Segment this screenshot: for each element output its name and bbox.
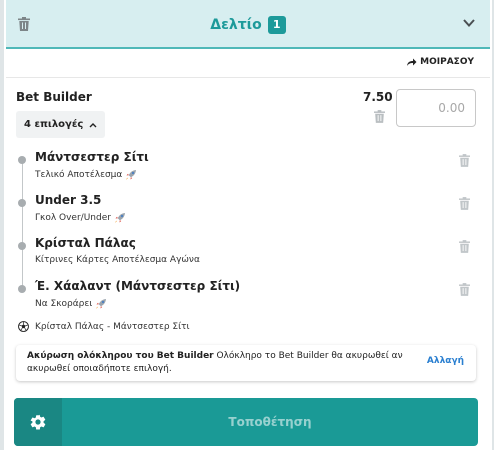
settings-button[interactable] (14, 398, 62, 446)
share-arrow-icon (407, 58, 417, 66)
share-row: ΜΟΙΡΑΣΟΥ (6, 50, 490, 78)
bet-builder-odds: 7.50 (363, 90, 393, 104)
betslip-header[interactable]: Δελτίο 1 (6, 0, 490, 49)
selections-toggle[interactable]: 4 επιλογές (16, 111, 106, 138)
betslip-title-text: Δελτίο (210, 17, 262, 33)
selection-market: Να Σκοράρει (35, 298, 107, 310)
change-link[interactable]: Αλλαγή (427, 356, 464, 366)
match-label: Κρίσταλ Πάλας - Μάντσεστερ Σίτι (35, 321, 190, 332)
match-info: Κρίσταλ Πάλας - Μάντσεστερ Σίτι (18, 321, 190, 332)
selection-count-badge: 1 (267, 16, 286, 34)
timeline-dot (18, 156, 26, 164)
gear-icon (30, 414, 46, 430)
rocket-icon (126, 170, 137, 180)
share-button[interactable]: ΜΟΙΡΑΣΟΥ (406, 57, 474, 67)
cancel-rule-text: Ακύρωση ολόκληρου του Bet Builder Ολόκλη… (27, 350, 422, 376)
selection-market: Κίτρινες Κάρτες Αποτέλεσμα Αγώνα (35, 255, 200, 265)
selection-market: Τελικό Αποτέλεσμα (35, 169, 137, 181)
soccer-ball-icon (18, 321, 29, 332)
stake-input[interactable] (396, 89, 476, 127)
selection-market-label: Να Σκοράρει (35, 299, 93, 309)
selection-market-label: Τελικό Αποτέλεσμα (35, 170, 123, 180)
chevron-down-icon[interactable] (462, 17, 476, 29)
selection-name: Έ. Χάαλαντ (Μάντσεστερ Σίτι) (35, 279, 241, 293)
place-bet-button[interactable]: Τοποθέτηση (62, 398, 478, 446)
selections-toggle-label: 4 επιλογές (24, 119, 84, 130)
trash-icon[interactable] (459, 154, 470, 167)
chevron-up-icon (89, 122, 97, 127)
bet-builder-title: Bet Builder (16, 90, 92, 104)
selection-market-label: Κίτρινες Κάρτες Αποτέλεσμα Αγώνα (35, 255, 200, 265)
rocket-icon (114, 213, 125, 223)
trash-icon[interactable] (459, 283, 470, 296)
trash-icon[interactable] (374, 110, 385, 123)
selection-name: Under 3.5 (35, 193, 102, 207)
share-label: ΜΟΙΡΑΣΟΥ (420, 57, 474, 67)
timeline-dot (18, 199, 26, 207)
selection-market-label: Γκολ Over/Under (35, 213, 111, 223)
selection-name: Μάντσεστερ Σίτι (35, 150, 149, 164)
cancel-rule-notice: Ακύρωση ολόκληρου του Bet Builder Ολόκλη… (16, 345, 476, 381)
betslip-title: Δελτίο 1 (6, 16, 490, 34)
trash-icon[interactable] (459, 240, 470, 253)
selection-market: Γκολ Over/Under (35, 212, 126, 224)
selection-timeline (22, 157, 23, 287)
place-bet-bar: Τοποθέτηση (14, 398, 478, 446)
timeline-dot (18, 285, 26, 293)
cancel-rule-title: Ακύρωση ολόκληρου του Bet Builder (27, 351, 214, 361)
timeline-dot (18, 242, 26, 250)
trash-icon[interactable] (459, 197, 470, 210)
rocket-icon (96, 299, 107, 309)
selection-name: Κρίσταλ Πάλας (35, 236, 136, 250)
